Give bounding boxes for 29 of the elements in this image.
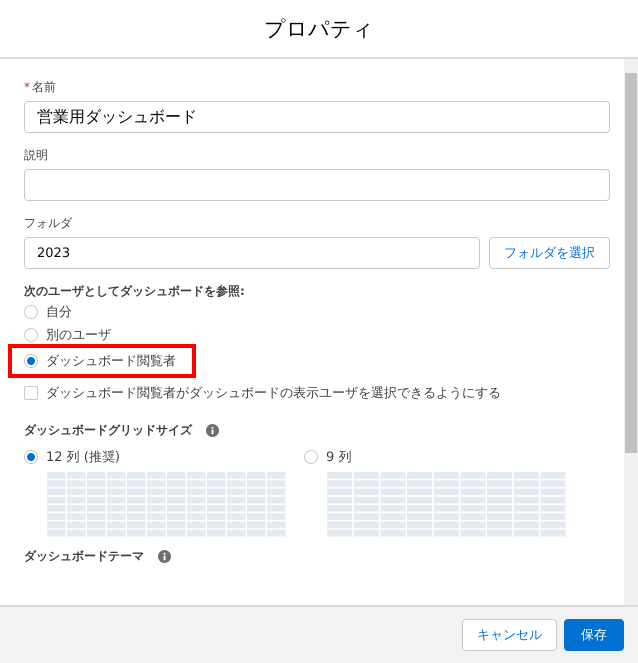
field-label: 説明 (24, 147, 49, 164)
dialog-title: プロパティ (264, 16, 374, 42)
field-label: フォルダ (24, 215, 74, 232)
radio-button[interactable] (304, 450, 318, 464)
radio-button[interactable] (24, 450, 38, 464)
save-button[interactable]: 保存 (564, 619, 624, 651)
description-input[interactable] (24, 169, 610, 201)
section-label: ダッシュボードグリッドサイズ (24, 422, 192, 439)
name-input[interactable]: 営業用ダッシュボード (24, 101, 610, 133)
cancel-button[interactable]: キャンセル (462, 619, 557, 651)
scrollbar[interactable] (624, 59, 638, 605)
field-label: 名前 (32, 80, 56, 94)
info-icon[interactable] (206, 424, 219, 437)
option-label: 9 列 (326, 449, 352, 466)
required-mark: * (24, 80, 30, 94)
folder-input[interactable]: 2023 (24, 237, 480, 269)
option-label: 自分 (46, 304, 72, 321)
radio-button[interactable] (24, 354, 38, 368)
checkbox[interactable] (24, 386, 38, 400)
option-label: 別のユーザ (46, 327, 111, 344)
option-label: ダッシュボード閲覧者 (46, 353, 176, 370)
radio-button[interactable] (24, 305, 38, 319)
select-folder-button[interactable]: フォルダを選択 (489, 237, 610, 269)
radio-button[interactable] (24, 328, 38, 342)
section-label: ダッシュボードテーマ (24, 548, 144, 565)
checkbox-label: ダッシュボード閲覧者がダッシュボードの表示ユーザを選択できるようにする (46, 385, 501, 402)
info-icon[interactable] (158, 550, 171, 563)
section-label: 次のユーザとしてダッシュボードを参照: (24, 283, 246, 300)
option-label: 12 列 (推奨) (46, 449, 120, 466)
